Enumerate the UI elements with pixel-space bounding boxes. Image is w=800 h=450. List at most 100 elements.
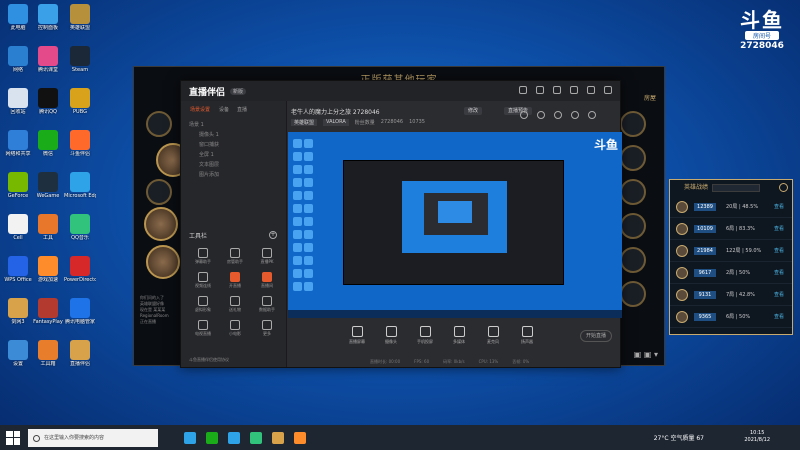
slot-ring[interactable]: [620, 213, 646, 239]
clock[interactable]: 10:15 2021/8/12: [744, 430, 770, 444]
streamer-assistant-window[interactable]: 直播伴侣 新版 场景设置 设备 直播 场景 1 摄像头 1 窗口捕获 全屏 1 …: [180, 80, 622, 368]
hero-search-input[interactable]: [712, 184, 760, 192]
tab-live[interactable]: 直播: [237, 106, 247, 113]
desktop-shortcut[interactable]: 网络: [2, 44, 34, 84]
desktop-shortcut[interactable]: Microsoft Edge: [64, 170, 96, 210]
taskbar-app-icon[interactable]: [184, 431, 196, 444]
desktop-shortcut[interactable]: 工具: [32, 212, 64, 252]
desktop-shortcut[interactable]: 设置: [2, 338, 34, 378]
tool-button[interactable]: 虚拟形象: [187, 294, 219, 318]
desktop-shortcut[interactable]: 腾讯课堂: [32, 44, 64, 84]
taskbar-app-icon[interactable]: [294, 431, 306, 444]
scene-item[interactable]: 窗口捕获: [181, 138, 286, 148]
tool-button[interactable]: 房管助手: [219, 246, 251, 270]
close-icon[interactable]: [604, 86, 612, 94]
tool-button[interactable]: 小电影: [219, 318, 251, 342]
desktop-shortcut[interactable]: 剑网3: [2, 296, 34, 336]
desktop-shortcut[interactable]: 腾讯QQ: [32, 86, 64, 126]
message-icon[interactable]: [536, 86, 544, 94]
taskbar-search-input[interactable]: 在这里输入你要搜索的内容: [28, 428, 158, 447]
hero-record-row[interactable]: 9131 7局 | 42.8% 查看: [670, 284, 792, 306]
lock-icon[interactable]: [571, 111, 579, 119]
scene-item[interactable]: 场景 1: [181, 118, 286, 128]
tool-button[interactable]: 电视直播: [187, 318, 219, 342]
desktop-shortcut[interactable]: WPS Office: [2, 254, 34, 294]
close-icon[interactable]: [779, 183, 788, 192]
skin-icon[interactable]: [519, 86, 527, 94]
hero-record-row[interactable]: 10109 6局 | 83.3% 查看: [670, 218, 792, 240]
slot-ring[interactable]: [620, 179, 646, 205]
view-link[interactable]: 查看: [774, 247, 784, 254]
desktop-shortcut[interactable]: WeGame: [32, 170, 64, 210]
desktop-shortcut[interactable]: QQ音乐: [64, 212, 96, 252]
view-link[interactable]: 查看: [774, 269, 784, 276]
capture-source-button[interactable]: 手机投屏: [414, 323, 436, 357]
slot-ring[interactable]: [146, 179, 172, 205]
desktop-shortcut[interactable]: FantasyPlay: [32, 296, 64, 336]
desktop-shortcut[interactable]: GeForce: [2, 170, 34, 210]
share-icon[interactable]: [588, 111, 596, 119]
agreement-link[interactable]: 斗鱼直播伴侣使用协议: [189, 357, 229, 363]
bag-icon[interactable]: [537, 111, 545, 119]
game-topright-label[interactable]: 房屋: [644, 93, 656, 102]
hero-record-row[interactable]: 21984 122局 | 59.0% 查看: [670, 240, 792, 262]
hero-record-row[interactable]: 12389 20局 | 48.5% 查看: [670, 196, 792, 218]
hero-record-row[interactable]: 9365 6局 | 50% 查看: [670, 306, 792, 328]
scene-item[interactable]: 全屏 1: [181, 148, 286, 158]
tool-button[interactable]: 直播PK: [251, 246, 283, 270]
desktop-shortcut[interactable]: PUBG: [64, 86, 96, 126]
desktop-shortcut[interactable]: Cell: [2, 212, 34, 252]
start-stream-button[interactable]: 开始直播: [580, 330, 612, 342]
weather-status[interactable]: 27°C 空气质量 67: [654, 433, 704, 442]
tool-button[interactable]: 直播间: [251, 270, 283, 294]
desktop-shortcut[interactable]: 腾讯电脑管家: [64, 296, 96, 336]
taskbar-app-icon[interactable]: [228, 431, 240, 444]
desktop-shortcut[interactable]: 斗鱼伴侣: [64, 128, 96, 168]
desktop-shortcut[interactable]: 网络和共享: [2, 128, 34, 168]
slot-ring[interactable]: [620, 247, 646, 273]
tool-button[interactable]: 视频连线: [187, 270, 219, 294]
settings-icon[interactable]: [553, 86, 561, 94]
category-badge[interactable]: 英雄联盟: [291, 119, 318, 126]
tool-button[interactable]: 送礼物: [219, 294, 251, 318]
desktop-shortcut[interactable]: 控制面板: [32, 2, 64, 42]
desktop-shortcut[interactable]: 游戏加速: [32, 254, 64, 294]
modify-title-button[interactable]: 修改: [464, 107, 483, 115]
capture-source-button[interactable]: 摄像头: [380, 323, 402, 357]
desktop-shortcut[interactable]: Steam: [64, 44, 96, 84]
scene-item[interactable]: 文本图层: [181, 158, 286, 168]
tool-button[interactable]: 更多: [251, 318, 283, 342]
mic-icon[interactable]: ▣ ▣ ▾: [634, 350, 658, 359]
tool-button[interactable]: 数据助手: [251, 294, 283, 318]
desktop-shortcut[interactable]: 回收站: [2, 86, 34, 126]
gift-icon[interactable]: [520, 111, 528, 119]
taskbar-app-icon[interactable]: [206, 431, 218, 444]
slot-ring[interactable]: [620, 281, 646, 307]
slot-ring[interactable]: [620, 145, 646, 171]
capture-source-button[interactable]: 直播屏幕: [346, 323, 368, 357]
game-mode-badge[interactable]: VALORA: [323, 119, 349, 126]
view-link[interactable]: 查看: [774, 313, 784, 320]
tool-button[interactable]: 弹幕助手: [187, 246, 219, 270]
stream-preview[interactable]: 斗鱼: [288, 132, 622, 318]
desktop-shortcut[interactable]: 工具箱: [32, 338, 64, 378]
scene-item[interactable]: 图片添加: [181, 168, 286, 178]
desktop-shortcut[interactable]: 直播伴侣: [64, 338, 96, 378]
slot-ring[interactable]: [146, 111, 172, 137]
taskbar-app-icon[interactable]: [272, 431, 284, 444]
capture-source-button[interactable]: 多媒体: [448, 323, 470, 357]
champion-portrait[interactable]: [144, 207, 178, 241]
desktop-shortcut[interactable]: 英雄联盟: [64, 2, 96, 42]
tab-scene[interactable]: 场景设置: [189, 106, 211, 113]
capture-source-button[interactable]: 麦克风: [482, 323, 504, 357]
hero-record-row[interactable]: 9617 2局 | 50% 查看: [670, 262, 792, 284]
capture-source-button[interactable]: 扬声器: [516, 323, 538, 357]
minimize-icon[interactable]: [570, 86, 578, 94]
desktop-shortcut[interactable]: PowerDirector: [64, 254, 96, 294]
add-tool-button[interactable]: +: [269, 231, 277, 239]
bell-icon[interactable]: [554, 111, 562, 119]
champion-portrait[interactable]: [146, 245, 180, 279]
desktop-shortcut[interactable]: 此电脑: [2, 2, 34, 42]
view-link[interactable]: 查看: [774, 203, 784, 210]
hero-record-panel[interactable]: 英雄战绩 12389 20局 | 48.5% 查看 10109 6局 | 83.3% 查看…: [669, 179, 793, 335]
